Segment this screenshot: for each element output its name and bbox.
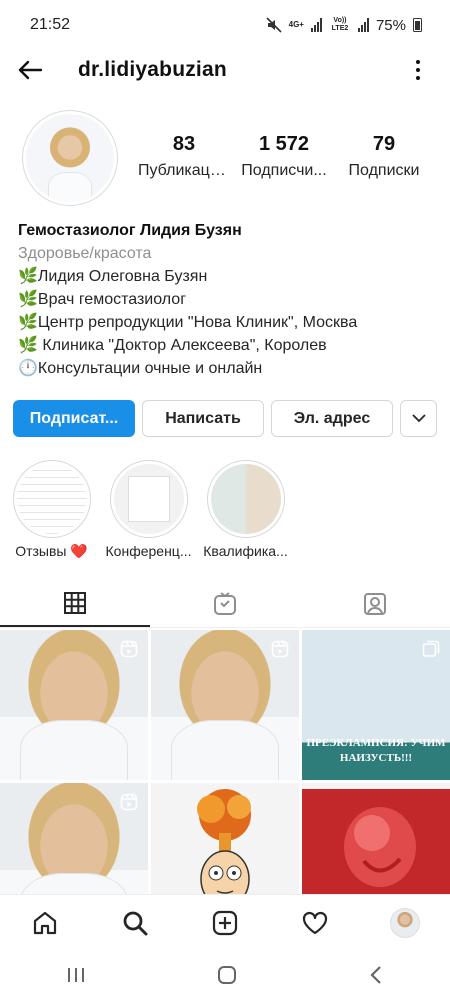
chevron-down-icon — [411, 414, 426, 423]
carousel-icon — [422, 640, 440, 657]
email-button[interactable]: Эл. адрес — [271, 400, 393, 437]
home-icon — [33, 911, 57, 934]
message-button[interactable]: Написать — [142, 400, 264, 437]
stat-followers-label: Подписчи... — [241, 162, 327, 179]
new-post-icon — [212, 910, 238, 935]
bio-line: 🌿Врач гемостазиолог — [18, 291, 187, 308]
activity-heart-icon — [302, 911, 328, 934]
nav-search[interactable] — [90, 895, 180, 950]
profile-stats: 83 Публикаци... 1 572 Подписчи... 79 Под… — [138, 133, 430, 180]
system-navigation-bar — [0, 950, 450, 1000]
stat-posts-label: Публикаци... — [138, 162, 230, 179]
status-bar: 21:52 4G+ Vo)) LTE2 75% — [0, 0, 450, 50]
profile-avatar[interactable] — [22, 110, 118, 206]
highlight-item[interactable]: Квалифика... — [202, 460, 289, 560]
status-icons: 4G+ Vo)) LTE2 75% — [266, 17, 422, 34]
bio-line: 🌿Центр репродукции "Нова Клиник", Москва — [18, 314, 358, 331]
profile-category: Здоровье/красота — [18, 245, 152, 262]
highlight-item[interactable]: Конференц... — [105, 460, 192, 560]
username: dr.lidiyabuzian — [78, 58, 227, 81]
stat-posts-count: 83 — [172, 133, 196, 155]
stat-followers-count: 1 572 — [258, 133, 310, 155]
highlight-cover — [206, 460, 285, 538]
highlight-item[interactable]: Отзывы ❤️ — [8, 460, 95, 560]
arrow-left-icon — [18, 60, 43, 80]
nav-new-post[interactable] — [180, 895, 270, 950]
post-caption: ПРЕЭКЛАМПСИЯ: УЧИМ НАИЗУСТЬ!!! — [306, 737, 446, 764]
profile-name: Гемостазиолог Лидия Бузян — [18, 222, 242, 239]
tab-posts-grid[interactable] — [0, 580, 150, 627]
mute-icon — [266, 17, 282, 33]
recent-apps-icon[interactable] — [66, 966, 86, 984]
reel-icon — [120, 640, 138, 658]
bio-line: 🌿Лидия Олеговна Бузян — [18, 268, 208, 285]
back-nav-icon[interactable] — [368, 965, 384, 985]
avatar-image — [26, 114, 114, 202]
bottom-navigation — [0, 894, 450, 950]
stat-following[interactable]: 79 Подписки — [338, 133, 430, 180]
profile-avatar-small — [390, 907, 420, 938]
profile-header: dr.lidiyabuzian — [0, 48, 450, 92]
tab-igtv[interactable] — [150, 580, 300, 627]
bio-line: 🕛Консультации очные и онлайн — [18, 360, 263, 377]
post-thumbnail[interactable] — [151, 630, 299, 780]
bio-line: 🌿 Клиника "Доктор Алексеева", Королев — [18, 337, 327, 354]
stat-posts[interactable]: 83 Публикаци... — [138, 133, 230, 180]
signal-icon-2 — [357, 18, 369, 32]
follow-button[interactable]: Подписат... — [13, 400, 135, 437]
volte-label: Vo)) LTE2 — [331, 17, 349, 32]
tab-tagged[interactable] — [300, 580, 450, 627]
post-thumbnail[interactable]: ПРЕЭКЛАМПСИЯ: УЧИМ НАИЗУСТЬ!!! — [302, 630, 450, 780]
highlight-label: Квалифика... — [203, 543, 288, 559]
search-icon — [123, 911, 148, 935]
highlight-label: Конференц... — [105, 543, 192, 559]
igtv-icon — [214, 591, 236, 615]
back-button[interactable] — [0, 48, 60, 92]
post-thumbnail[interactable] — [0, 630, 148, 780]
battery-icon — [413, 18, 422, 32]
story-highlights: Отзывы ❤️ Конференц... Квалифика... — [8, 460, 450, 560]
stat-followers[interactable]: 1 572 Подписчи... — [238, 133, 330, 180]
tagged-icon — [364, 592, 386, 615]
stat-following-count: 79 — [372, 133, 396, 155]
suggested-accounts-button[interactable] — [400, 400, 437, 437]
highlight-cover — [12, 460, 91, 538]
grid-icon — [64, 591, 86, 614]
home-button-icon[interactable] — [217, 965, 237, 985]
battery-percent: 75% — [375, 16, 406, 34]
profile-bio: Гемостазиолог Лидия Бузян Здоровье/красо… — [18, 219, 438, 380]
more-vertical-icon — [416, 60, 420, 64]
signal-icon — [310, 18, 322, 32]
nav-home[interactable] — [0, 895, 90, 950]
stat-following-label: Подписки — [348, 162, 420, 179]
nav-activity[interactable] — [270, 895, 360, 950]
nav-profile[interactable] — [360, 895, 450, 950]
more-options-button[interactable] — [408, 56, 428, 84]
highlight-cover — [109, 460, 188, 538]
profile-tabs — [0, 580, 450, 628]
network-type: 4G+ — [288, 20, 304, 29]
highlight-label: Отзывы ❤️ — [15, 543, 88, 559]
reel-icon — [271, 640, 289, 658]
profile-actions: Подписат... Написать Эл. адрес — [13, 400, 437, 437]
posts-grid: ПРЕЭКЛАМПСИЯ: УЧИМ НАИЗУСТЬ!!! — [0, 630, 450, 933]
status-time: 21:52 — [30, 16, 71, 33]
reel-icon — [120, 793, 138, 811]
